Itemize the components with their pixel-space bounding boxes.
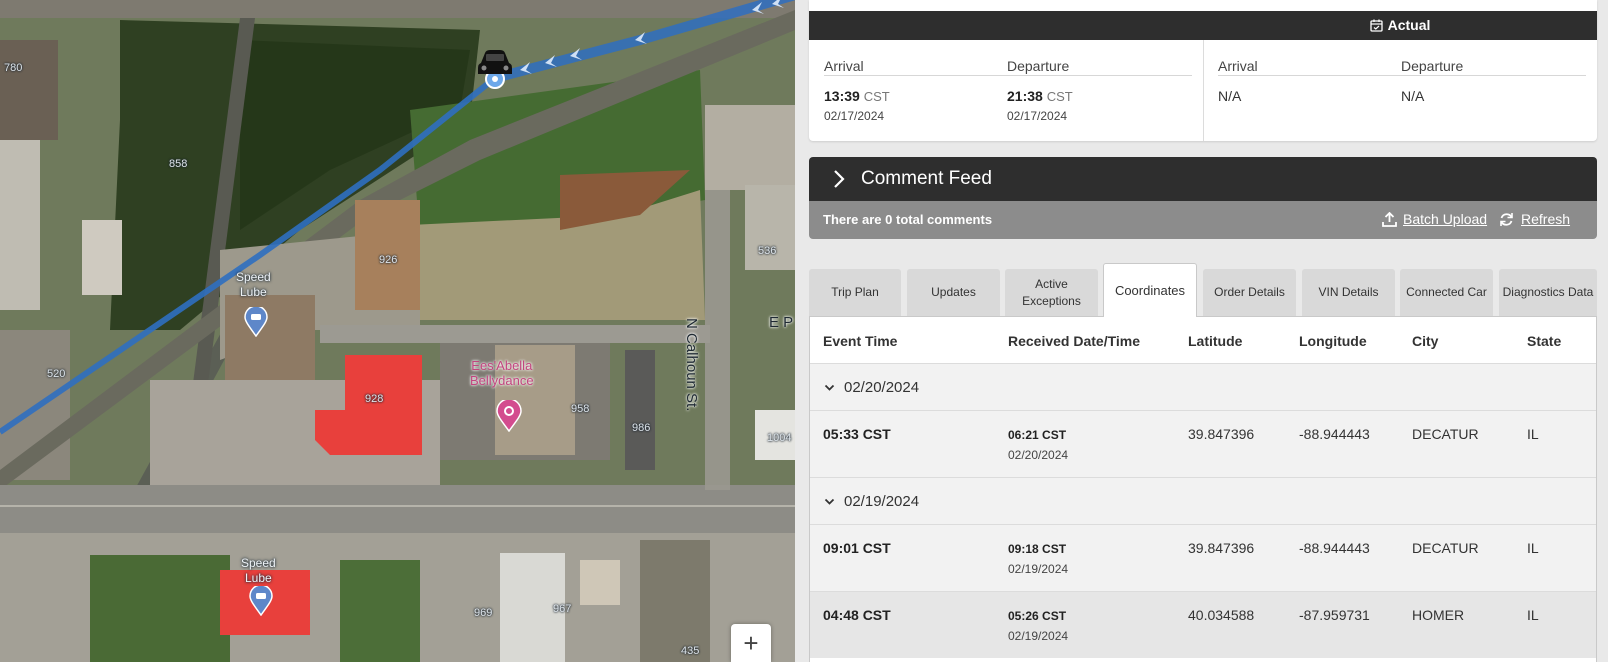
city: DECATUR [1412, 426, 1479, 442]
received-time: 05:26 CST [1008, 609, 1067, 623]
tab-active-exceptions[interactable]: Active Exceptions [1005, 269, 1098, 316]
speed-lube-pin-icon[interactable] [249, 586, 273, 616]
actual-arrival-label: Arrival [1218, 58, 1258, 74]
map-view[interactable]: Speed Lube Speed Lube Ees'Abella Bellydance… [0, 0, 795, 662]
column-header-event-time[interactable]: Event Time [823, 333, 897, 349]
group-date: 02/19/2024 [844, 493, 920, 510]
column-header-latitude[interactable]: Latitude [1188, 333, 1242, 349]
table-row[interactable]: 09:01 CST 09:18 CST 02/19/2024 39.847396… [810, 524, 1596, 591]
address-label: 926 [379, 254, 398, 266]
upload-icon[interactable] [1382, 212, 1397, 227]
city: HOMER [1412, 607, 1465, 623]
group-date: 02/20/2024 [844, 379, 920, 396]
table-row[interactable]: 04:48 CST 05:26 CST 02/19/2024 40.034588… [810, 591, 1596, 658]
divider [1218, 75, 1586, 76]
address-label: 986 [632, 422, 651, 434]
refresh-button[interactable]: Refresh [1521, 211, 1570, 227]
actual-departure-value: N/A [1401, 88, 1425, 104]
state: IL [1527, 426, 1539, 442]
poi-label-speed-lube: Speed Lube [236, 270, 271, 299]
received-time: 09:18 CST [1008, 542, 1067, 556]
bellydance-pin-icon[interactable] [496, 400, 522, 432]
address-label: 536 [758, 245, 777, 257]
divider [824, 75, 1192, 76]
column-header-longitude[interactable]: Longitude [1299, 333, 1367, 349]
comment-feed: Comment Feed There are 0 total comments … [809, 157, 1597, 239]
planned-arrival-time: 13:39 CST [824, 88, 890, 104]
address-label: 969 [474, 607, 493, 619]
poi-label-speed-lube: Speed Lube [241, 556, 276, 585]
planned-arrival-date: 02/17/2024 [824, 109, 885, 123]
column-header-state[interactable]: State [1527, 333, 1561, 349]
trip-detail-panel: Actual Arrival Departure 13:39 CST 02/17… [795, 0, 1608, 662]
zoom-in-button[interactable]: + [731, 624, 771, 662]
calendar-check-icon [1369, 19, 1383, 32]
actual-header: Actual [1203, 11, 1597, 40]
speed-lube-pin-icon[interactable] [244, 307, 268, 337]
planned-departure-date: 02/17/2024 [1007, 109, 1068, 123]
table-row[interactable]: 05:33 CST 06:21 CST 02/20/2024 39.847396… [810, 410, 1596, 477]
actual-arrival-value: N/A [1218, 88, 1242, 104]
address-label: 967 [553, 603, 572, 615]
planned-arrival-label: Arrival [824, 58, 864, 74]
comment-feed-toolbar: There are 0 total comments Batch Upload … [809, 201, 1597, 239]
batch-upload-button[interactable]: Batch Upload [1403, 211, 1487, 227]
poi-label-bellydance: Ees'Abella Bellydance [470, 358, 534, 388]
street-label-edge: E P [769, 314, 794, 331]
chevron-down-icon[interactable] [824, 498, 835, 506]
latitude: 39.847396 [1188, 540, 1255, 556]
trip-times-card: Actual Arrival Departure 13:39 CST 02/17… [809, 0, 1597, 141]
received-time: 06:21 CST [1008, 428, 1067, 442]
received-date: 02/19/2024 [1008, 562, 1069, 576]
event-time: 05:33 CST [823, 426, 891, 442]
planned-departure-time: 21:38 CST [1007, 88, 1073, 104]
actual-departure-label: Departure [1401, 58, 1464, 74]
detail-tabs: Trip Plan Updates Active Exceptions Coor… [809, 263, 1597, 317]
planned-departure-label: Departure [1007, 58, 1070, 74]
coordinates-table: Event Time Received Date/Time Latitude L… [809, 316, 1597, 662]
actual-times: Arrival Departure N/A N/A [1203, 40, 1597, 141]
date-group-row[interactable]: 02/20/2024 [810, 363, 1596, 410]
tab-order-details[interactable]: Order Details [1203, 269, 1296, 316]
address-label: 780 [4, 62, 23, 74]
column-header-received[interactable]: Received Date/Time [1008, 333, 1140, 349]
address-label: 958 [571, 403, 590, 415]
date-group-row[interactable]: 02/19/2024 [810, 477, 1596, 524]
times-header: Actual [809, 11, 1597, 40]
tab-updates[interactable]: Updates [907, 269, 1000, 316]
refresh-icon[interactable] [1499, 212, 1514, 227]
address-label: 858 [169, 158, 188, 170]
city: DECATUR [1412, 540, 1479, 556]
latitude: 39.847396 [1188, 426, 1255, 442]
street-label: N Calhoun St. [683, 318, 700, 412]
received-date: 02/20/2024 [1008, 448, 1069, 462]
received-date: 02/19/2024 [1008, 629, 1069, 643]
tab-vin-details[interactable]: VIN Details [1302, 269, 1395, 316]
comment-feed-header[interactable]: Comment Feed [809, 157, 1597, 201]
longitude: -88.944443 [1299, 426, 1370, 442]
state: IL [1527, 540, 1539, 556]
column-header-city[interactable]: City [1412, 333, 1438, 349]
latitude: 40.034588 [1188, 607, 1255, 623]
address-label: 520 [47, 368, 66, 380]
tab-diagnostics-data[interactable]: Diagnostics Data [1499, 269, 1597, 316]
comment-count: There are 0 total comments [823, 212, 993, 227]
tab-coordinates[interactable]: Coordinates [1103, 263, 1197, 317]
state: IL [1527, 607, 1539, 623]
tab-trip-plan[interactable]: Trip Plan [809, 269, 901, 316]
event-time: 09:01 CST [823, 540, 891, 556]
address-label: 928 [365, 393, 384, 405]
chevron-right-icon[interactable] [833, 169, 845, 189]
longitude: -88.944443 [1299, 540, 1370, 556]
longitude: -87.959731 [1299, 607, 1370, 623]
address-label: 435 [681, 645, 700, 657]
event-time: 04:48 CST [823, 607, 891, 623]
vehicle-marker-icon[interactable] [474, 46, 516, 90]
chevron-down-icon[interactable] [824, 384, 835, 392]
address-label: 1004 [767, 432, 792, 444]
comment-feed-title: Comment Feed [861, 168, 992, 189]
planned-times: Arrival Departure 13:39 CST 02/17/2024 2… [809, 40, 1203, 141]
satellite-imagery [0, 0, 795, 662]
tab-connected-car[interactable]: Connected Car [1400, 269, 1493, 316]
